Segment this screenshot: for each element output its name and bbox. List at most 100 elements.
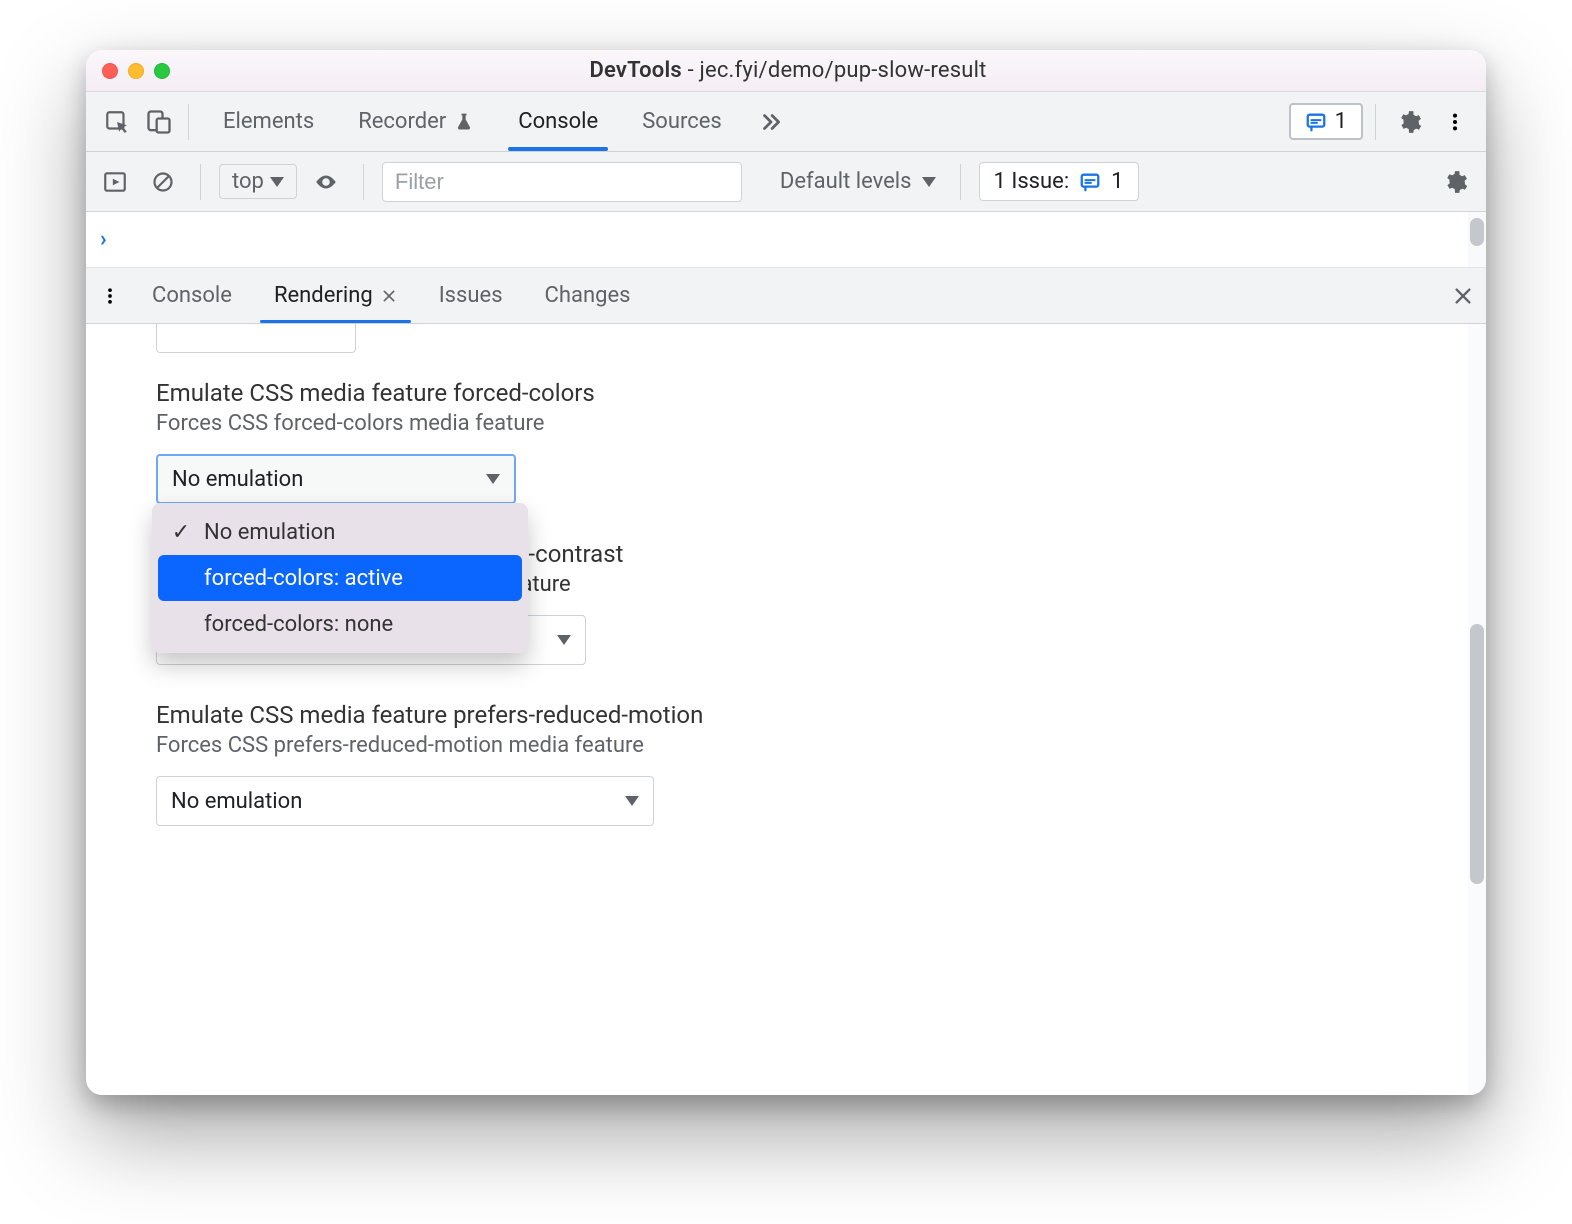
drawer-close-button[interactable] [1452,285,1474,307]
option-label: No emulation [204,520,335,545]
tab-label: Sources [642,109,722,134]
chat-icon [1079,171,1101,193]
dots-vertical-icon [100,286,120,306]
separator [960,164,961,200]
tab-sources[interactable]: Sources [622,92,742,151]
drawer-tab-label: Console [152,283,232,308]
settings-button[interactable] [1388,101,1430,143]
tab-label: Elements [223,109,314,134]
section-title: Emulate CSS media feature forced-colors [156,379,1416,407]
check-icon: ✓ [170,520,192,545]
flask-icon [454,112,474,132]
drawer-tab-label: Changes [545,283,631,308]
window-minimize-button[interactable] [128,63,144,79]
dots-vertical-icon [1444,111,1466,133]
gear-icon [1442,169,1468,195]
main-toolbar: Elements Recorder Console Sources [86,92,1486,152]
section-prefers-reduced-motion: Emulate CSS media feature prefers-reduce… [156,701,1416,826]
window-title-url: jec.fyi/demo/pup-slow-result [700,58,987,83]
forced-colors-select[interactable]: No emulation [156,454,516,504]
gear-icon [1396,109,1422,135]
drawer-tab-changes[interactable]: Changes [525,268,651,323]
section-title: Emulate CSS media feature prefers-reduce… [156,701,1416,729]
chevron-right-icon: › [100,227,107,252]
issues-count: 1 [1111,169,1123,194]
tab-elements[interactable]: Elements [203,92,334,151]
chevrons-right-icon [758,109,784,135]
dropdown-option-forced-colors-active[interactable]: forced-colors: active [158,555,522,601]
devtools-window: DevTools - jec.fyi/demo/pup-slow-result … [86,50,1486,1095]
prefers-reduced-motion-select[interactable]: No emulation [156,776,654,826]
main-tabs: Elements Recorder Console Sources [203,92,796,151]
issues-badge[interactable]: 1 [1289,103,1363,140]
main-menu-button[interactable] [1434,101,1476,143]
scrollbar-thumb[interactable] [1470,218,1484,246]
tab-close-icon[interactable] [381,288,397,304]
context-label: top [232,169,264,194]
caret-down-icon [625,796,639,806]
scrollbar[interactable] [1468,212,1486,267]
console-prompt-area[interactable]: › [86,212,1486,268]
window-title: DevTools - jec.fyi/demo/pup-slow-result [170,58,1406,83]
rendering-pane: Emulate CSS media feature forced-colors … [86,324,1486,1095]
clear-console-button[interactable] [144,161,182,203]
close-icon [1452,285,1474,307]
drawer-tabstrip: Console Rendering Issues Changes [86,268,1486,324]
pane-scrollbar-thumb[interactable] [1470,624,1484,884]
titlebar: DevTools - jec.fyi/demo/pup-slow-result [86,50,1486,92]
inspect-element-icon[interactable] [96,101,138,143]
levels-label: Default levels [780,169,912,194]
separator [363,164,364,200]
tab-label: Recorder [358,109,446,134]
drawer-tab-label: Issues [439,283,503,308]
log-levels-picker[interactable]: Default levels [774,169,942,194]
console-settings-button[interactable] [1434,161,1476,203]
section-subtitle: Forces CSS forced-colors media feature [156,411,1416,436]
play-in-box-icon [102,169,128,195]
execution-context-picker[interactable]: top [219,164,297,199]
window-close-button[interactable] [102,63,118,79]
separator [188,104,189,140]
clear-icon [151,170,175,194]
partial-previous-select[interactable] [156,324,356,353]
forced-colors-dropdown: ✓ No emulation forced-colors: active for… [152,503,528,653]
toolbar-right: 1 [1289,101,1476,143]
console-sidebar-toggle[interactable] [96,161,134,203]
drawer-tab-label: Rendering [274,283,373,308]
chat-icon [1305,111,1327,133]
issues-label: 1 Issue: [994,169,1070,194]
drawer-menu-button[interactable] [92,286,128,306]
separator [200,164,201,200]
option-label: forced-colors: active [204,566,403,591]
traffic-lights [102,63,170,79]
caret-down-icon [922,177,936,187]
section-forced-colors: Emulate CSS media feature forced-colors … [156,379,1416,504]
separator [1375,104,1376,140]
dropdown-option-no-emulation[interactable]: ✓ No emulation [158,509,522,555]
window-title-prefix: DevTools [589,58,681,83]
console-toolbar: top Default levels 1 Issue: 1 [86,152,1486,212]
pane-scrollbar[interactable] [1468,324,1486,1095]
device-toolbar-icon[interactable] [138,101,180,143]
tab-label: Console [518,109,598,134]
caret-down-icon [557,635,571,645]
window-zoom-button[interactable] [154,63,170,79]
tab-console[interactable]: Console [498,92,618,151]
issues-counter[interactable]: 1 Issue: 1 [979,162,1139,201]
drawer-tab-issues[interactable]: Issues [419,268,523,323]
drawer-tab-rendering[interactable]: Rendering [254,268,417,323]
option-label: forced-colors: none [204,612,393,637]
caret-down-icon [270,177,284,187]
select-value: No emulation [171,789,302,814]
issues-badge-count: 1 [1335,109,1347,134]
tab-recorder[interactable]: Recorder [338,92,494,151]
section-subtitle: Forces CSS prefers-reduced-motion media … [156,733,1416,758]
eye-icon [313,169,339,195]
dropdown-option-forced-colors-none[interactable]: forced-colors: none [158,601,522,647]
more-tabs-button[interactable] [746,92,796,151]
select-value: No emulation [172,467,303,492]
caret-down-icon [486,474,500,484]
drawer-tab-console[interactable]: Console [132,268,252,323]
filter-input[interactable] [382,162,742,202]
live-expression-button[interactable] [307,161,345,203]
